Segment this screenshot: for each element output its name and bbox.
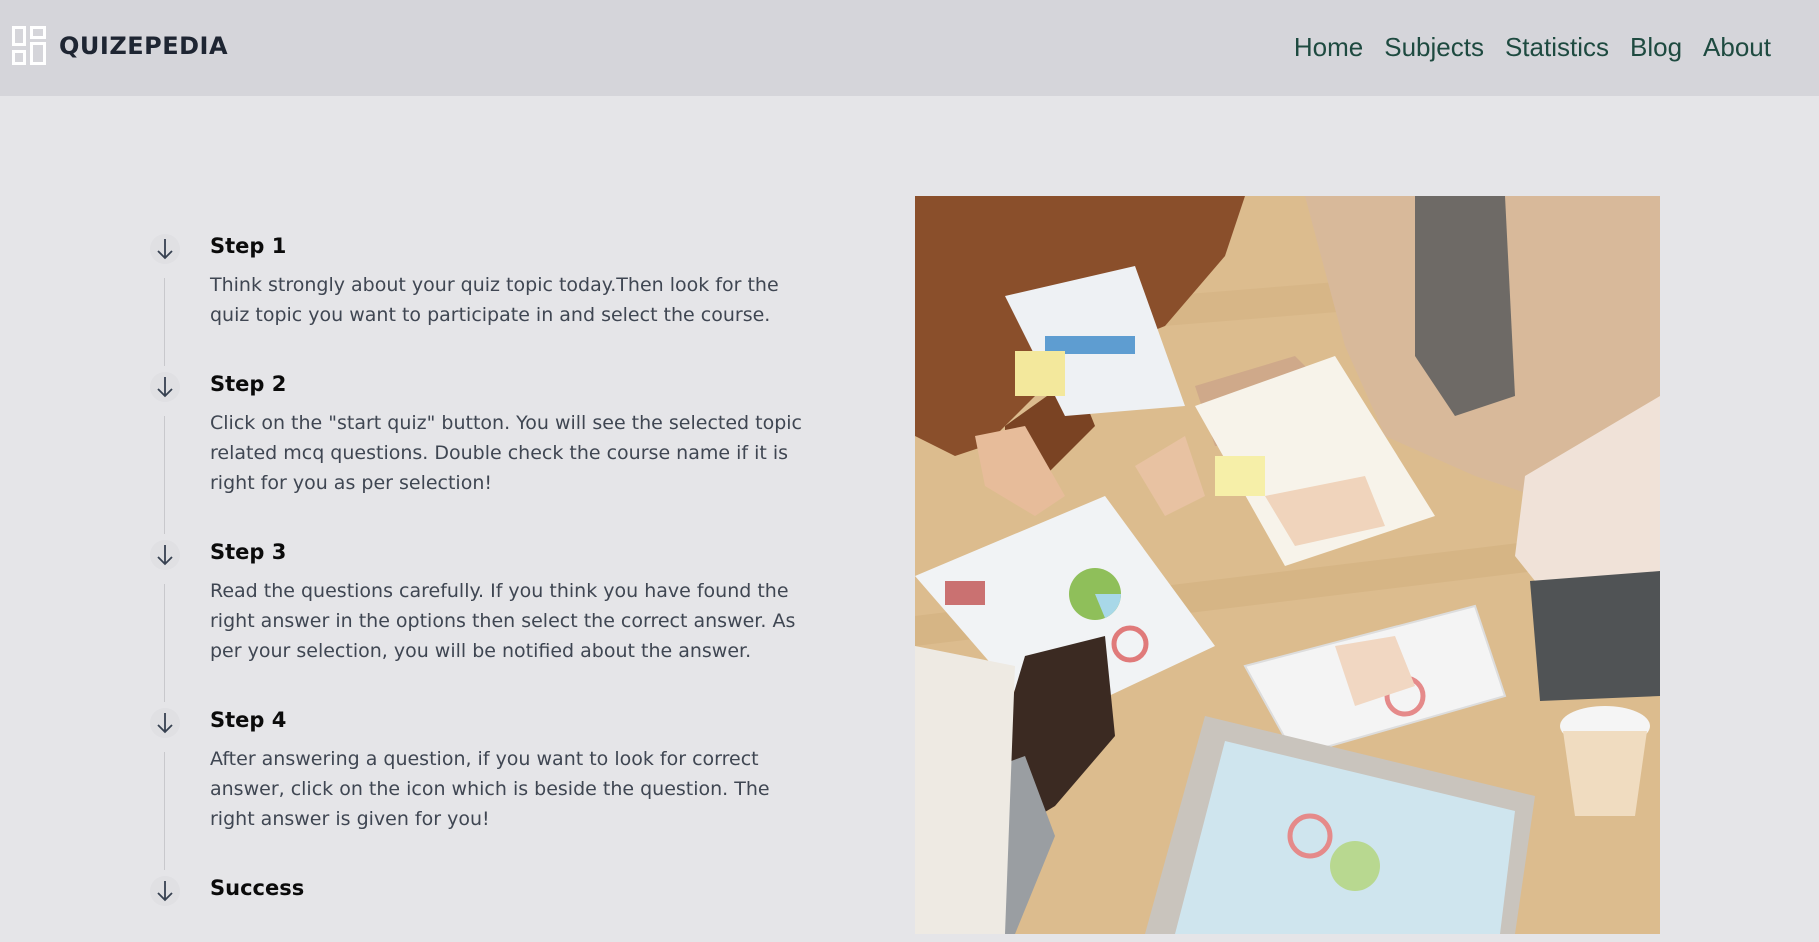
arrow-down-icon [150, 372, 180, 402]
step-title: Step 2 [210, 372, 287, 396]
nav-link-subjects[interactable]: Subjects [1384, 32, 1484, 63]
arrow-down-icon [150, 234, 180, 264]
step-title: Success [210, 876, 305, 900]
team-meeting-illustration [915, 196, 1660, 934]
step-connector [164, 416, 165, 534]
brand[interactable]: QUIZEPEDIA [12, 26, 228, 66]
nav-link-home[interactable]: Home [1294, 32, 1363, 63]
nav-link-statistics[interactable]: Statistics [1505, 32, 1609, 63]
dashboard-grid-icon [12, 26, 46, 65]
nav-link-about[interactable]: About [1703, 32, 1771, 63]
arrow-down-icon [150, 876, 180, 906]
steps-list: Step 1 Think strongly about your quiz to… [150, 230, 810, 942]
step-connector [164, 752, 165, 870]
nav-link-blog[interactable]: Blog [1630, 32, 1682, 63]
step-title: Step 1 [210, 234, 287, 258]
step-item: Success [150, 876, 810, 906]
step-title: Step 3 [210, 540, 287, 564]
step-item: Step 3 Read the questions carefully. If … [150, 540, 810, 702]
brand-name: QUIZEPEDIA [59, 32, 229, 60]
navbar: QUIZEPEDIA Home Subjects Statistics Blog… [0, 0, 1819, 96]
step-item: Step 4 After answering a question, if yo… [150, 708, 810, 870]
team-meeting-photo [915, 196, 1660, 934]
step-description: Click on the "start quiz" button. You wi… [210, 412, 802, 494]
step-description: Read the questions carefully. If you thi… [210, 580, 796, 662]
step-title: Step 4 [210, 708, 287, 732]
step-description: Think strongly about your quiz topic tod… [210, 274, 779, 326]
arrow-down-icon [150, 708, 180, 738]
step-item: Step 2 Click on the "start quiz" button.… [150, 372, 810, 534]
step-item: Step 1 Think strongly about your quiz to… [150, 234, 810, 366]
step-description: After answering a question, if you want … [210, 748, 770, 830]
arrow-down-icon [150, 540, 180, 570]
step-connector [164, 278, 165, 366]
main-nav: Home Subjects Statistics Blog About [1273, 32, 1771, 63]
step-connector [164, 584, 165, 702]
